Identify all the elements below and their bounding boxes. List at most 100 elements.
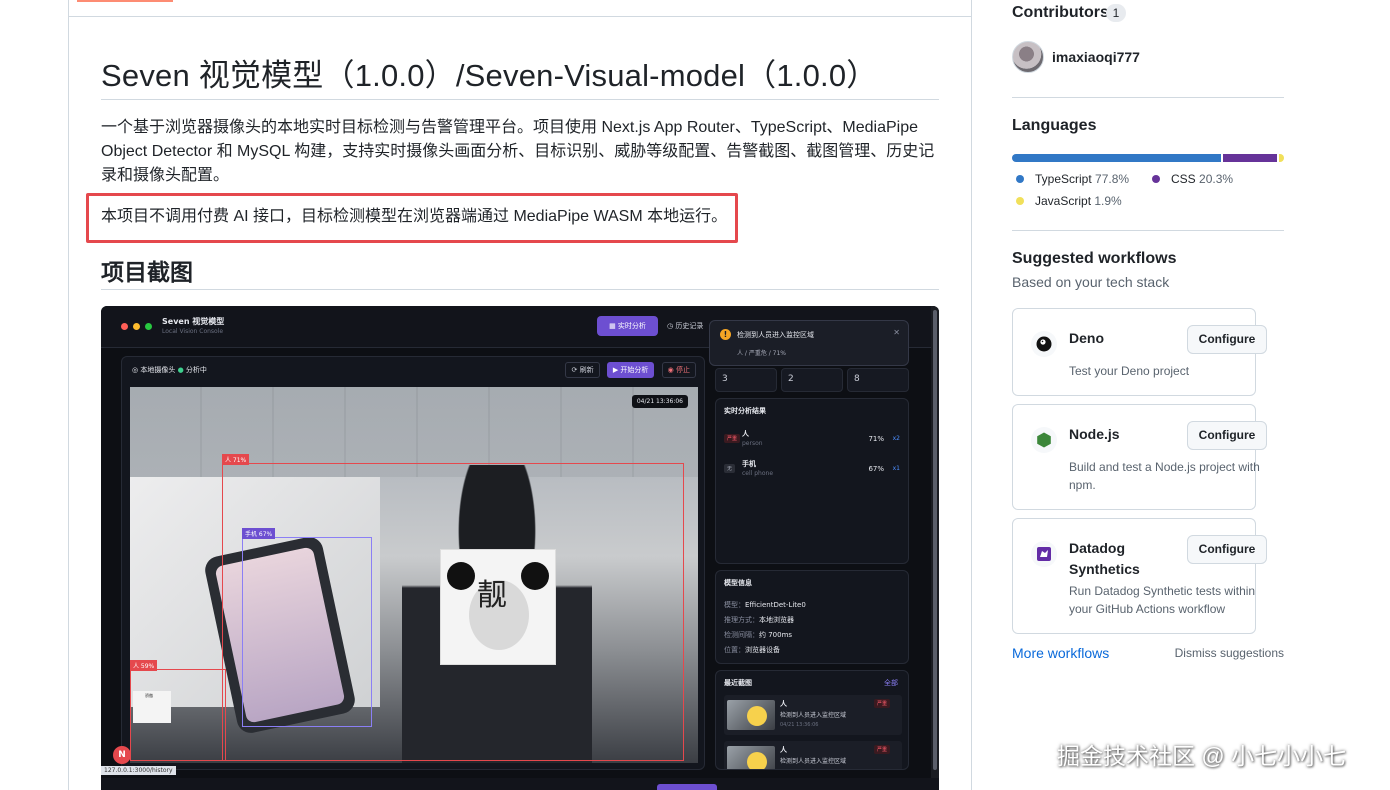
- workflow-card-nodejs: Node.js Build and test a Node.js project…: [1012, 404, 1267, 510]
- status-dot-icon: ●: [177, 366, 184, 374]
- language-javascript[interactable]: JavaScript 1.9%: [1016, 194, 1122, 208]
- configure-button-nodejs[interactable]: Configure: [1187, 421, 1267, 450]
- history-label: 历史记录: [675, 322, 704, 330]
- panda-ear: [447, 562, 475, 590]
- contributors-count: 1: [1106, 4, 1126, 22]
- history-button: ◷ 历史记录: [667, 322, 704, 330]
- workflow-name: Deno: [1069, 330, 1104, 346]
- mini-panda-label: 骄傲: [145, 693, 153, 698]
- language-bar: [1012, 154, 1284, 162]
- start-label: 开始分析: [620, 366, 649, 374]
- language-bar-segment: [1222, 154, 1277, 162]
- result-row: 无 手机 cell phone 67% x1: [724, 459, 902, 483]
- result-en: cell phone: [742, 470, 774, 477]
- start-analysis-button: ▶ 开始分析: [606, 362, 655, 378]
- shot-desc: 检测到人员进入监控区域: [780, 758, 847, 765]
- workflows-subheading: Based on your tech stack: [1012, 274, 1170, 290]
- language-dot-icon: [1152, 175, 1160, 183]
- recent-shots-title: 最近截图: [724, 679, 752, 687]
- panda-char: 靓: [477, 578, 507, 613]
- contributors-heading[interactable]: Contributors: [1012, 4, 1109, 22]
- camera-controls: ⟳ 刷新 ▶ 开始分析 ◉ 停止: [560, 362, 696, 378]
- workflow-name: Node.js: [1069, 426, 1120, 442]
- bbox-label: 手机 67%: [242, 528, 276, 539]
- workflow-desc: Build and test a Node.js project with np…: [1069, 460, 1260, 492]
- deno-logo-icon: [1031, 331, 1057, 357]
- contributor-link[interactable]: imaxiaoqi777: [1052, 49, 1140, 65]
- app-name: Seven 视觉模型: [162, 317, 225, 326]
- camera-name: 本地摄像头: [140, 366, 176, 374]
- toast-detail: 人 / 严重危 / 71%: [737, 350, 787, 357]
- bbox-phone: 手机 67%: [242, 528, 372, 727]
- language-css[interactable]: CSS 20.3%: [1152, 172, 1233, 186]
- mini-panda-sticker: 骄傲: [133, 691, 171, 723]
- shot-thumbnail: [727, 746, 775, 769]
- camera-status: 分析中: [185, 366, 207, 374]
- emoji-sticker: [747, 752, 767, 769]
- language-typescript[interactable]: TypeScript 77.8%: [1016, 172, 1129, 186]
- panda-sticker: 靓: [440, 549, 556, 665]
- result-row: 严重 人 person 71% x2: [724, 429, 902, 453]
- divider: [69, 16, 971, 17]
- warning-icon: !: [720, 329, 731, 340]
- model-info-value: EfficientDet-Lite0: [745, 601, 806, 609]
- workflow-desc: Run Datadog Synthetic tests within your …: [1069, 584, 1256, 616]
- recent-shot-row: 人 检测到人员进入监控区域 04/21 13:36:06 严重: [724, 695, 902, 735]
- model-info-key: 模型：: [724, 601, 745, 609]
- severity-badge: 无: [724, 464, 736, 473]
- language-dot-icon: [1016, 197, 1024, 205]
- result-count: x1: [892, 465, 900, 472]
- result-name: 手机: [742, 460, 756, 468]
- stop-label: 停止: [676, 366, 690, 374]
- live-analysis-button: ▦ 实时分析: [597, 316, 658, 336]
- window-minimize-dot: [133, 323, 140, 330]
- readme-note: 本项目不调用付费 AI 接口，目标检测模型在浏览器端通过 MediaPipe W…: [101, 208, 728, 225]
- shot-name: 人: [780, 746, 787, 754]
- avatar[interactable]: [1012, 41, 1044, 73]
- configure-button-datadog[interactable]: Configure: [1187, 535, 1267, 564]
- stop-button: ◉ 停止: [661, 362, 696, 378]
- result-en: person: [742, 440, 763, 447]
- divider: [1012, 97, 1284, 98]
- next-dev-badge: N: [113, 746, 131, 764]
- live-analysis-label: 实时分析: [617, 322, 646, 330]
- readme-panel: Seven 视觉模型（1.0.0）/Seven-Visual-model（1.0…: [68, 0, 972, 790]
- workflow-desc: Test your Deno project: [1069, 364, 1190, 378]
- language-pct: 1.9%: [1094, 194, 1122, 208]
- scrollbar-thumb: [933, 310, 937, 770]
- recent-shots-card: 最近截图 全部 人 检测到人员进入监控区域 04/21 13:36:06 严重 …: [715, 670, 909, 770]
- more-workflows-link[interactable]: More workflows: [1012, 645, 1109, 661]
- camera-label: ◎ 本地摄像头 ● 分析中: [132, 365, 207, 375]
- stat-card: 3: [715, 368, 777, 392]
- model-info-value: 浏览器设备: [745, 646, 780, 654]
- stats-row: 3 2 8: [715, 368, 909, 392]
- model-info-title: 模型信息: [724, 579, 752, 587]
- screenshot-scrollbar: [931, 306, 939, 790]
- camera-feed: 04/21 13:36:06 人 71% 手机 67% 靓 人 59% 骄傲: [130, 387, 698, 763]
- severity-badge: 严重: [873, 745, 890, 754]
- model-info-value: 约 700ms: [759, 631, 793, 639]
- configure-button-deno[interactable]: Configure: [1187, 325, 1267, 354]
- next-screenshot-top: [101, 778, 939, 790]
- camera-panel: ◎ 本地摄像头 ● 分析中 ⟳ 刷新 ▶ 开始分析 ◉ 停止 04/21 13:…: [121, 356, 705, 770]
- severity-badge: 严重: [724, 434, 741, 443]
- language-name: TypeScript: [1035, 172, 1092, 186]
- language-bar-segment: [1278, 154, 1284, 162]
- refresh-button: ⟳ 刷新: [565, 362, 600, 378]
- emoji-sticker: [747, 706, 767, 726]
- shot-desc: 检测到人员进入监控区域: [780, 712, 847, 719]
- workflow-card-deno: Deno Test your Deno project Configure: [1012, 308, 1267, 396]
- model-info-value: 本地浏览器: [759, 616, 794, 624]
- shot-name: 人: [780, 700, 787, 708]
- repo-sidebar: Contributors 1 imaxiaoqi777 Languages Ty…: [1012, 0, 1284, 790]
- divider: [101, 99, 939, 100]
- bbox-label: 人 71%: [222, 454, 250, 465]
- close-icon: ✕: [893, 328, 900, 337]
- language-name: CSS: [1171, 172, 1196, 186]
- active-tab-underline: [77, 0, 173, 2]
- dismiss-suggestions-link[interactable]: Dismiss suggestions: [1175, 646, 1284, 660]
- next-screenshot-tab: [657, 784, 717, 790]
- language-dot-icon: [1016, 175, 1024, 183]
- alert-toast: ! 检测到人员进入监控区域 人 / 严重危 / 71% ✕: [709, 320, 909, 366]
- stat-card: 2: [781, 368, 843, 392]
